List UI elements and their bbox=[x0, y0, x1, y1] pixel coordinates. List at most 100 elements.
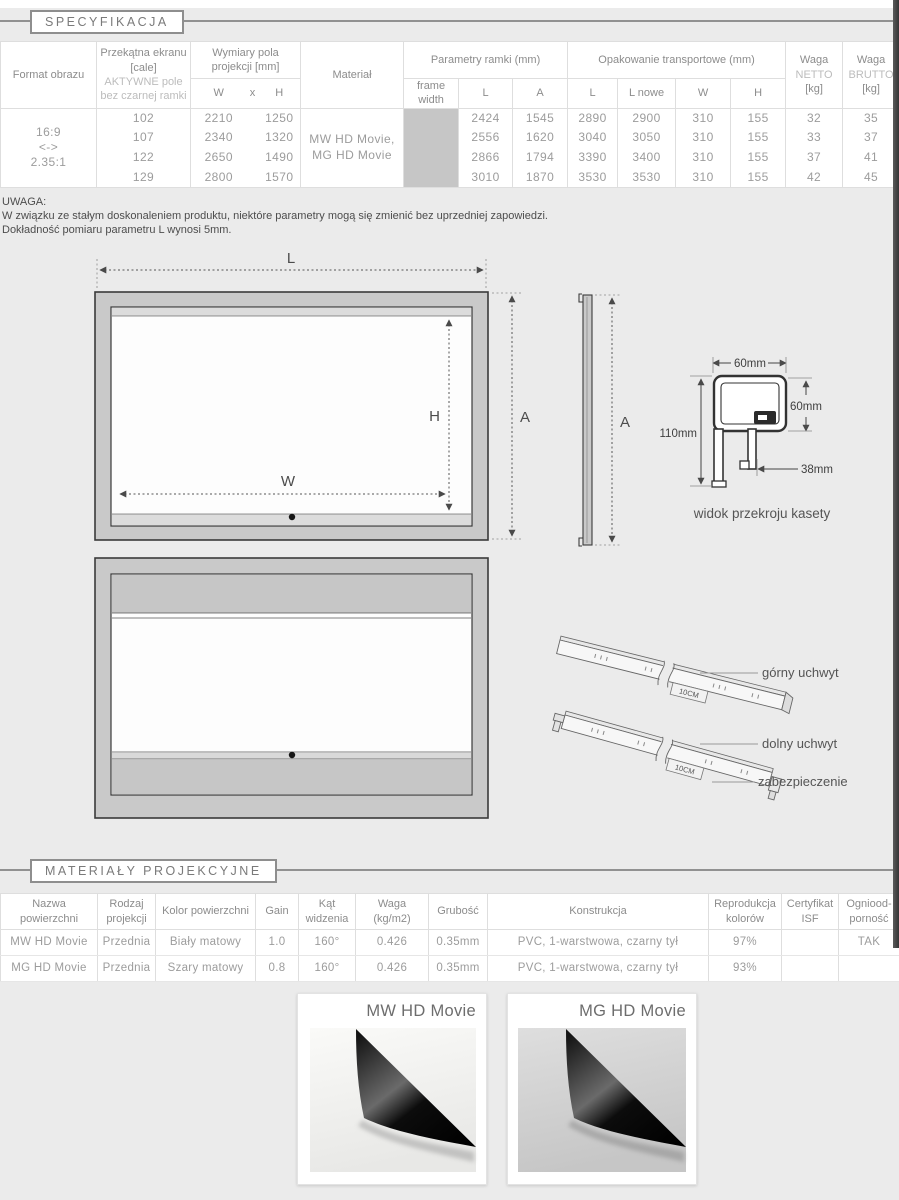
mat-cell bbox=[782, 930, 839, 956]
spec-cell: 2800 bbox=[191, 168, 247, 187]
spec-cell: 1620 bbox=[513, 128, 568, 148]
subcol-opak-h: H bbox=[731, 79, 786, 109]
spec-cell: 2890 bbox=[568, 108, 618, 128]
col-header-przekatna-main: Przekątna ekranu [cale] bbox=[99, 46, 188, 75]
format-cell: 16:9 <-> 2.35:1 bbox=[1, 108, 97, 187]
col-header-przekatna-sub: AKTYWNE pole bez czarnej ramki bbox=[99, 75, 188, 104]
mat-col-header: Kolor powierzchni bbox=[156, 894, 256, 930]
label-gorny-uchwyt: górny uchwyt bbox=[762, 665, 839, 680]
spec-cell: 2556 bbox=[459, 128, 513, 148]
materials-table: Nazwa powierzchni Rodzaj projekcji Kolor… bbox=[0, 893, 899, 982]
spec-cell: 122 bbox=[97, 148, 191, 168]
sample-card-mg-hd-movie: MG HD Movie bbox=[507, 993, 697, 1185]
spec-cell: 155 bbox=[731, 108, 786, 128]
spec-cell: 42 bbox=[786, 168, 843, 187]
spec-cell: 107 bbox=[97, 128, 191, 148]
spec-cell: 310 bbox=[676, 108, 731, 128]
cs-dim-left: 110mm bbox=[660, 428, 698, 440]
screen-handle-dot bbox=[289, 752, 295, 758]
subcol-w: W bbox=[191, 79, 247, 109]
dim-label-w: W bbox=[281, 473, 296, 490]
section-title-specyfikacja: SPECYFIKACJA bbox=[30, 10, 184, 34]
spec-cell: 1545 bbox=[513, 108, 568, 128]
spec-cell: 3040 bbox=[568, 128, 618, 148]
spec-cell: 1794 bbox=[513, 148, 568, 168]
top-hook bbox=[579, 294, 583, 302]
subcol-x: x bbox=[247, 79, 259, 109]
mat-col-header: Waga (kg/m2) bbox=[356, 894, 429, 930]
spec-cell: 2866 bbox=[459, 148, 513, 168]
mat-cell: TAK bbox=[839, 930, 899, 956]
specification-table: Format obrazu Przekątna ekranu [cale] AK… bbox=[0, 41, 899, 188]
spec-cell: 32 bbox=[786, 108, 843, 128]
mat-col-header: Kąt widzenia bbox=[299, 894, 356, 930]
spec-cell: 155 bbox=[731, 168, 786, 187]
mat-cell: PVC, 1-warstwowa, czarny tył bbox=[488, 930, 709, 956]
col-header-opakowanie: Opakowanie transportowe (mm) bbox=[568, 42, 786, 79]
mat-cell: Szary matowy bbox=[156, 956, 256, 982]
label-zabezpieczenie: zabezpieczenie bbox=[758, 774, 848, 789]
material-cell: MW HD Movie, MG HD Movie bbox=[301, 108, 404, 187]
mat-col-header: Rodzaj projekcji bbox=[98, 894, 156, 930]
mat-col-header: Konstrukcja bbox=[488, 894, 709, 930]
spec-cell: 3530 bbox=[568, 168, 618, 187]
product-spec-sheet: SPECYFIKACJA Format obrazu Przekątna ekr… bbox=[0, 0, 899, 1200]
spec-cell: 3400 bbox=[618, 148, 676, 168]
mat-cell: PVC, 1-warstwowa, czarny tył bbox=[488, 956, 709, 982]
dim-label-h: H bbox=[429, 408, 440, 425]
spec-cell: 2210 bbox=[191, 108, 247, 128]
spec-cell: 2900 bbox=[618, 108, 676, 128]
col-header-material: Materiał bbox=[301, 42, 404, 109]
spec-cell: 2424 bbox=[459, 108, 513, 128]
subcol-ramki-a: A bbox=[513, 79, 568, 109]
sample-label: MW HD Movie bbox=[366, 1002, 476, 1021]
cross-section-caption: widok przekroju kasety bbox=[693, 506, 831, 521]
spec-cell: 37 bbox=[843, 128, 899, 148]
spec-cell: 45 bbox=[843, 168, 899, 187]
spec-cell: 1870 bbox=[513, 168, 568, 187]
spec-cell: 1320 bbox=[259, 128, 301, 148]
dim-label-a: A bbox=[520, 409, 530, 426]
spec-cell: 3010 bbox=[459, 168, 513, 187]
mat-cell: 0.35mm bbox=[429, 956, 488, 982]
spec-cell: 310 bbox=[676, 128, 731, 148]
sample-label: MG HD Movie bbox=[579, 1002, 686, 1021]
front-view-diagram: L H W A bbox=[95, 250, 530, 540]
subcol-frame-width: frame width bbox=[404, 79, 459, 109]
mat-cell: 97% bbox=[709, 930, 782, 956]
col-header-parametry-ramki: Parametry ramki (mm) bbox=[404, 42, 568, 79]
section-title-materialy: MATERIAŁY PROJEKCYJNE bbox=[30, 859, 277, 883]
spec-cell: 3390 bbox=[568, 148, 618, 168]
technical-diagrams: L H W A A bbox=[0, 245, 899, 845]
spec-cell: 2340 bbox=[191, 128, 247, 148]
mat-col-header: Grubość bbox=[429, 894, 488, 930]
screen-handle-dot bbox=[289, 514, 295, 520]
subcol-ramki-l: L bbox=[459, 79, 513, 109]
fabric-photo-mw bbox=[308, 1026, 478, 1174]
bottom-hook bbox=[579, 538, 583, 546]
cs-dim-top: 60mm bbox=[734, 358, 766, 370]
uwaga-line2: Dokładność pomiaru parametru L wynosi 5m… bbox=[2, 223, 548, 237]
section-header-specyfikacja: SPECYFIKACJA bbox=[0, 10, 899, 34]
mat-cell: 0.8 bbox=[256, 956, 299, 982]
mat-cell bbox=[782, 956, 839, 982]
label-dolny-uchwyt: dolny uchwyt bbox=[762, 736, 838, 751]
spec-cell: 129 bbox=[97, 168, 191, 187]
mat-cell: MW HD Movie bbox=[1, 930, 98, 956]
cs-dim-right: 60mm bbox=[790, 401, 822, 413]
dim-label-l: L bbox=[287, 250, 295, 267]
page-edge-strip bbox=[893, 0, 899, 948]
mat-col-header: Nazwa powierzchni bbox=[1, 894, 98, 930]
mat-cell: Przednia bbox=[98, 930, 156, 956]
mat-cell: MG HD Movie bbox=[1, 956, 98, 982]
cs-dim-bottom: 38mm bbox=[801, 464, 833, 476]
mat-cell: 160° bbox=[299, 930, 356, 956]
spec-cell: 102 bbox=[97, 108, 191, 128]
spec-cell: 33 bbox=[786, 128, 843, 148]
spec-cell: 1570 bbox=[259, 168, 301, 187]
subcol-opak-l: L bbox=[568, 79, 618, 109]
side-view-diagram: A bbox=[579, 294, 630, 546]
spec-cell: 155 bbox=[731, 148, 786, 168]
spec-cell: 1490 bbox=[259, 148, 301, 168]
subcol-opak-l-nowe: L nowe bbox=[618, 79, 676, 109]
